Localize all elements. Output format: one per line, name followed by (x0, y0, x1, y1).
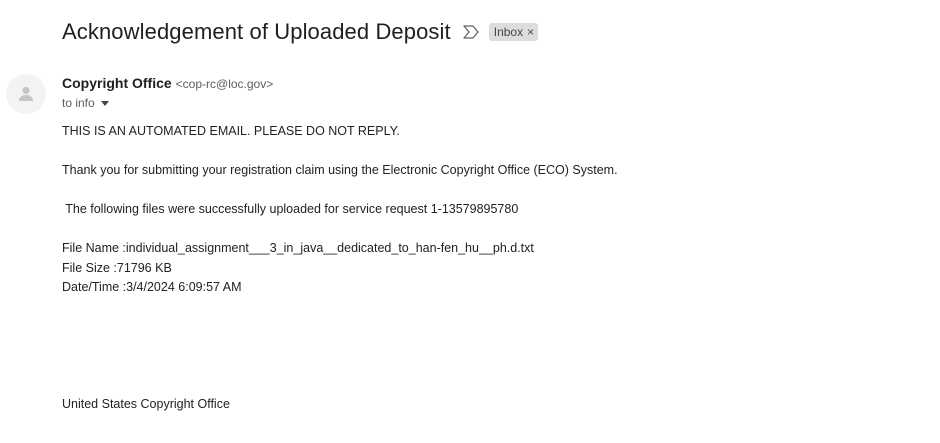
avatar[interactable] (6, 74, 46, 114)
email-subject: Acknowledgement of Uploaded Deposit (62, 19, 451, 44)
file-name-line: File Name :individual_assignment___3_in_… (62, 241, 534, 255)
inbox-label-chip[interactable]: Inbox × (488, 23, 539, 41)
person-icon (19, 86, 33, 101)
body-line-automated: THIS IS AN AUTOMATED EMAIL. PLEASE DO NO… (62, 124, 400, 138)
sender-row: Copyright Office <cop-rc@loc.gov> (62, 75, 273, 91)
date-time-line: Date/Time :3/4/2024 6:09:57 AM (62, 280, 242, 294)
recipient-label: to info (62, 96, 95, 110)
recipient-details-toggle[interactable]: to info (62, 96, 109, 110)
body-line-service-request: The following files were successfully up… (62, 202, 519, 216)
importance-marker-icon[interactable] (463, 25, 479, 39)
chevron-down-icon[interactable] (100, 100, 109, 106)
sender-email: <cop-rc@loc.gov> (175, 77, 274, 91)
email-view: Acknowledgement of Uploaded Deposit Inbo… (0, 0, 940, 443)
file-size-line: File Size :71796 KB (62, 261, 172, 275)
email-signature: United States Copyright Office (62, 397, 230, 411)
subject-row: Acknowledgement of Uploaded Deposit Inbo… (62, 16, 539, 48)
remove-label-button[interactable]: × (527, 26, 534, 38)
label-chip-text: Inbox (493, 25, 524, 39)
body-line-thanks: Thank you for submitting your registrati… (62, 163, 618, 177)
sender-name[interactable]: Copyright Office (62, 75, 172, 91)
